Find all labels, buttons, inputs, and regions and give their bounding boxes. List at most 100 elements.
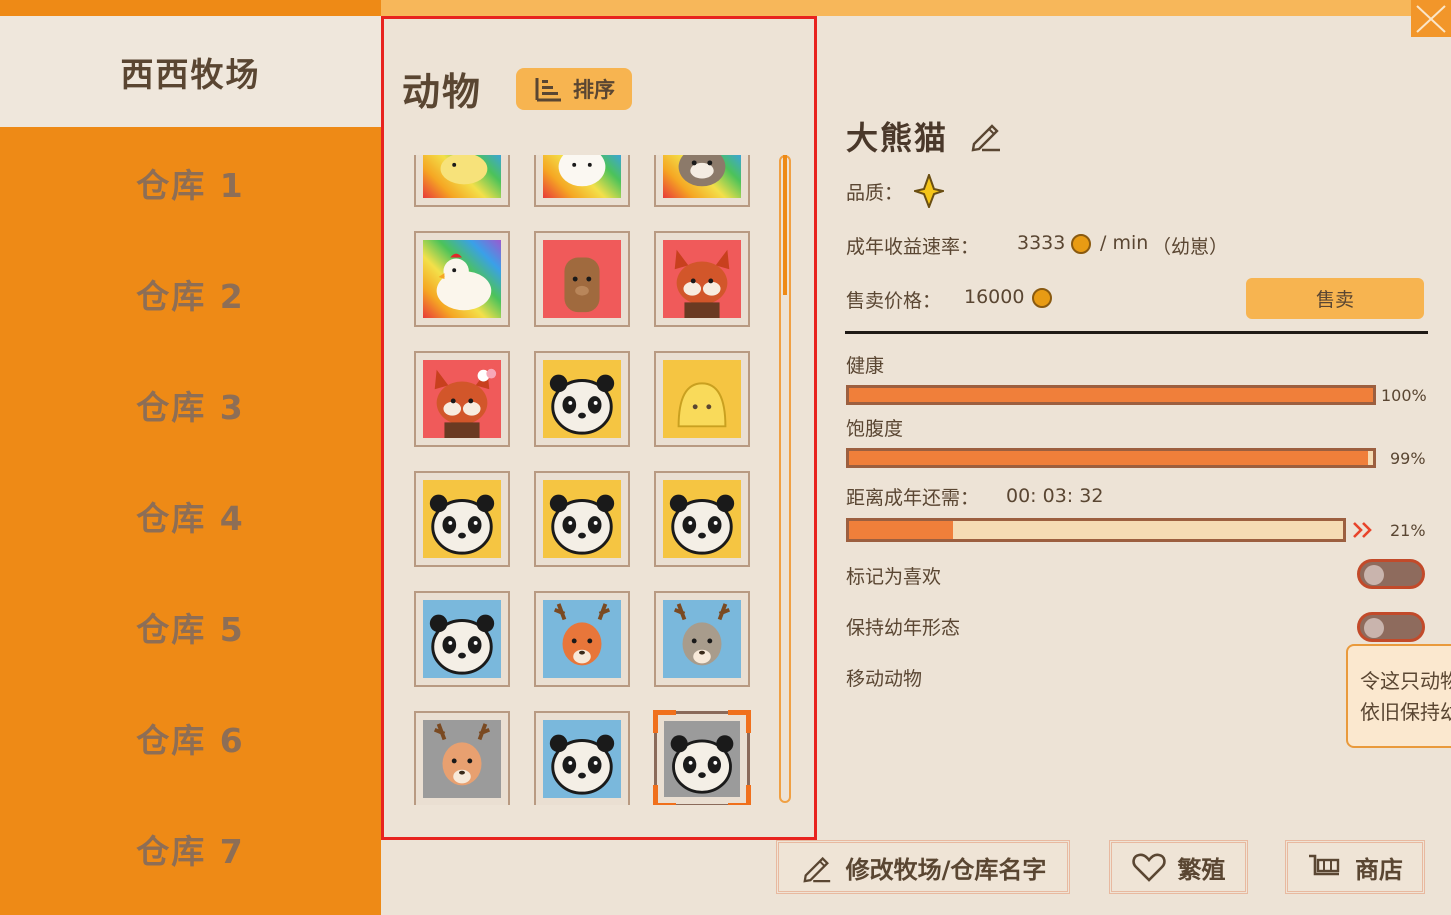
animal-slot[interactable] <box>654 231 750 327</box>
sidebar-item-warehouse-2[interactable]: 仓库 2 <box>0 238 381 349</box>
animal-slot[interactable] <box>414 591 510 687</box>
animal-slot[interactable] <box>414 351 510 447</box>
animal-slot[interactable] <box>414 231 510 327</box>
cart-icon <box>1309 854 1340 876</box>
animal-name: 大熊猫 <box>846 113 948 159</box>
rate-unit: / min <box>1100 232 1149 254</box>
sidebar-item-warehouse-7[interactable]: 仓库 7 <box>0 793 381 904</box>
sidebar-item-warehouse-4[interactable]: 仓库 4 <box>0 460 381 571</box>
animal-slot[interactable] <box>534 231 630 327</box>
favorite-toggle[interactable] <box>1357 559 1425 589</box>
animal-slot[interactable] <box>534 351 630 447</box>
heart-icon <box>1131 853 1166 882</box>
animal-slot[interactable] <box>534 591 630 687</box>
fullness-bar-fill <box>849 451 1368 465</box>
breed-button[interactable]: 繁殖 <box>1109 840 1248 894</box>
coin-icon <box>1032 288 1052 308</box>
ranch-name[interactable]: 西西牧场 <box>0 16 381 127</box>
close-button[interactable] <box>1411 0 1451 37</box>
animal-slot[interactable] <box>414 711 510 805</box>
breed-label: 繁殖 <box>1177 855 1226 884</box>
edit-pencil-icon[interactable] <box>968 118 1004 152</box>
shop-label: 商店 <box>1355 855 1403 884</box>
adult-time-value: 00: 03: 32 <box>1006 485 1104 507</box>
growth-bar-fill <box>849 521 953 539</box>
scrollbar-thumb[interactable] <box>783 155 787 295</box>
rate-note: （幼崽） <box>1152 236 1229 258</box>
adult-time-label: 距离成年还需： <box>846 487 980 509</box>
rainbow-raccoon-icon <box>663 155 741 198</box>
rainbow-white-animal-icon <box>543 155 621 198</box>
fast-forward-icon <box>1353 522 1372 538</box>
animal-grid[interactable] <box>414 155 759 805</box>
animal-slot[interactable] <box>534 711 630 805</box>
selection-corner <box>653 710 676 733</box>
sidebar-item-warehouse-3[interactable]: 仓库 3 <box>0 349 381 460</box>
rename-label: 修改牧场/仓库名字 <box>845 855 1047 884</box>
rate-value: 3333 <box>1017 232 1066 254</box>
animal-slot[interactable] <box>654 155 750 207</box>
coin-icon <box>1071 234 1091 254</box>
price-label: 售卖价格： <box>846 290 942 312</box>
animal-slot[interactable] <box>654 471 750 567</box>
toggle-knob <box>1364 618 1384 638</box>
shop-button[interactable]: 商店 <box>1285 840 1425 894</box>
keep-young-label: 保持幼年形态 <box>846 617 961 639</box>
sort-label: 排序 <box>573 78 615 102</box>
panda-icon <box>663 480 741 558</box>
move-animal-label[interactable]: 移动动物 <box>846 664 922 691</box>
rainbow-chicken-icon <box>423 240 501 318</box>
animal-slot[interactable] <box>654 591 750 687</box>
panel-title: 动物 <box>402 70 483 114</box>
animal-slot[interactable] <box>534 471 630 567</box>
animal-slot[interactable] <box>414 471 510 567</box>
animal-slot[interactable] <box>654 351 750 447</box>
animal-slot[interactable] <box>653 710 751 805</box>
fullness-bar <box>846 448 1376 468</box>
deer-blue-icon <box>543 600 621 678</box>
animal-slot[interactable] <box>534 155 630 207</box>
rate-label: 成年收益速率： <box>846 236 980 258</box>
panda-icon <box>423 480 501 558</box>
animal-name-text: 大熊猫 <box>846 119 949 157</box>
deer-gray-icon <box>423 720 501 798</box>
yellow-slime-icon <box>663 360 741 438</box>
rename-button[interactable]: 修改牧场/仓库名字 <box>776 840 1070 894</box>
sort-button[interactable]: 排序 <box>516 68 632 110</box>
selection-corner <box>653 785 676 805</box>
alpaca-icon <box>543 240 621 318</box>
growth-bar <box>846 518 1346 542</box>
edit-pencil-icon <box>803 856 830 883</box>
health-bar-fill <box>849 388 1373 402</box>
selection-corner <box>728 710 751 733</box>
red-panda-with-bow-icon <box>423 360 501 438</box>
sidebar: 西西牧场 仓库 1 仓库 2 仓库 3 仓库 4 仓库 5 仓库 6 仓库 7 <box>0 0 381 915</box>
sort-icon <box>535 78 561 102</box>
animal-slot[interactable] <box>414 155 510 207</box>
health-label: 健康 <box>846 355 885 377</box>
growth-percent: 21% <box>1390 521 1426 540</box>
health-bar <box>846 385 1376 405</box>
price-value: 16000 <box>964 286 1025 308</box>
panda-icon <box>543 480 621 558</box>
divider <box>845 331 1428 334</box>
close-icon <box>1416 5 1446 33</box>
favorite-label: 标记为喜欢 <box>846 566 942 588</box>
fullness-label: 饱腹度 <box>846 418 904 440</box>
sidebar-item-warehouse-1[interactable]: 仓库 1 <box>0 127 381 238</box>
red-panda-icon <box>663 240 741 318</box>
panda-blue-icon <box>423 600 501 678</box>
health-percent: 100% <box>1381 386 1427 405</box>
sell-button[interactable]: 售卖 <box>1246 278 1424 319</box>
keep-young-toggle[interactable] <box>1357 612 1425 642</box>
quality-star-icon <box>914 174 944 208</box>
tooltip-line-2: 依旧保持幼 <box>1360 700 1451 724</box>
selection-corner <box>728 785 751 805</box>
gray-deer-blue-icon <box>663 600 741 678</box>
tooltip-line-1: 令这只动物 <box>1360 669 1451 693</box>
keep-young-tooltip: 令这只动物 依旧保持幼 <box>1346 644 1451 748</box>
sidebar-item-warehouse-6[interactable]: 仓库 6 <box>0 682 381 793</box>
fullness-percent: 99% <box>1390 449 1426 468</box>
sidebar-item-warehouse-5[interactable]: 仓库 5 <box>0 571 381 682</box>
quality-label: 品质： <box>846 182 904 204</box>
